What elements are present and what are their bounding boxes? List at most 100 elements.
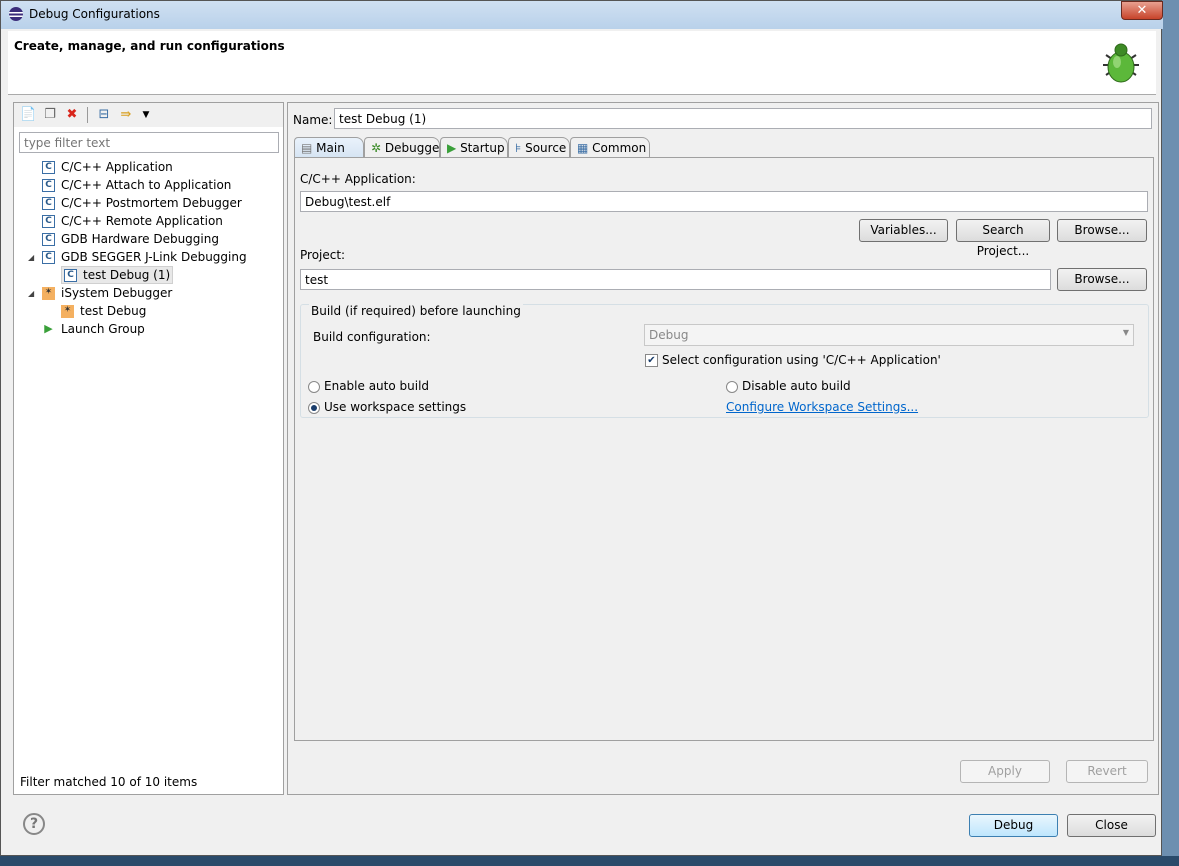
tab-source[interactable]: ⊧ Source	[508, 137, 570, 158]
c-config-icon: C	[64, 269, 77, 282]
c-config-icon: C	[42, 215, 55, 228]
tree-item-label: C/C++ Postmortem Debugger	[61, 196, 242, 210]
project-input[interactable]	[300, 269, 1051, 290]
debug-button[interactable]: Debug	[969, 814, 1058, 837]
variables-button[interactable]: Variables...	[859, 219, 948, 242]
tree-item-label: test Debug	[80, 304, 147, 318]
isystem-icon: ✶	[61, 305, 74, 318]
browse-application-button[interactable]: Browse...	[1057, 219, 1147, 242]
tree-item-label: test Debug (1)	[83, 268, 171, 282]
build-configuration-select[interactable]: Debug ▼	[644, 324, 1134, 346]
radio-icon	[726, 380, 738, 393]
expand-toggle[interactable]: ◢	[28, 253, 34, 262]
tab-label: Debugger	[384, 141, 445, 155]
c-config-icon: C	[42, 251, 55, 264]
tab-label: Source	[525, 141, 567, 155]
c-config-icon: C	[42, 233, 55, 246]
tree-item[interactable]: C C/C++ Postmortem Debugger	[42, 194, 242, 212]
eclipse-icon	[9, 7, 23, 21]
application-input[interactable]	[300, 191, 1148, 212]
tab-label: Main	[316, 141, 345, 155]
bug-icon: ✲	[371, 141, 382, 155]
browse-project-button[interactable]: Browse...	[1057, 268, 1147, 291]
tree-toolbar: 📄 ❐ ✖ ⊟ ⇛ ▼	[14, 103, 283, 127]
tree-item[interactable]: ▶ Launch Group	[42, 320, 145, 338]
bug-icon	[1103, 43, 1139, 83]
radio-selected-icon	[308, 401, 320, 414]
tree-item[interactable]: C GDB Hardware Debugging	[42, 230, 219, 248]
tree-item[interactable]: C C/C++ Remote Application	[42, 212, 223, 230]
dialog-header: Create, manage, and run configurations	[8, 31, 1156, 95]
checkbox-label: Select configuration using 'C/C++ Applic…	[662, 353, 941, 367]
isystem-icon: ✶	[42, 287, 55, 300]
configuration-tree-panel: 📄 ❐ ✖ ⊟ ⇛ ▼ C C/C++ Application C C/C++ Att…	[13, 102, 284, 795]
configure-workspace-settings-link[interactable]: Configure Workspace Settings...	[726, 400, 918, 414]
tab-label: Startup	[460, 141, 505, 155]
filter-input[interactable]	[19, 132, 279, 153]
use-workspace-settings-radio[interactable]: Use workspace settings	[308, 400, 466, 414]
radio-label: Disable auto build	[742, 379, 851, 393]
tab-main[interactable]: ▤ Main	[294, 137, 364, 158]
tree-item-label: Launch Group	[61, 322, 145, 336]
radio-label: Use workspace settings	[324, 400, 467, 414]
duplicate-icon[interactable]: ❐	[42, 107, 58, 123]
tree-item-label: C/C++ Application	[61, 160, 173, 174]
tab-label: Common	[592, 141, 647, 155]
build-configuration-value: Debug	[649, 328, 689, 342]
tree-item[interactable]: Ctest Debug (1)	[61, 266, 174, 284]
application-label: C/C++ Application:	[300, 172, 416, 186]
launch-group-icon: ▶	[42, 323, 55, 336]
c-config-icon: C	[42, 161, 55, 174]
tree-item-label: C/C++ Remote Application	[61, 214, 223, 228]
source-icon: ⊧	[515, 141, 522, 155]
tree-item[interactable]: C GDB SEGGER J-Link Debugging	[42, 248, 247, 266]
tree-item-label: GDB SEGGER J-Link Debugging	[61, 250, 247, 264]
window-title: Debug Configurations	[29, 7, 160, 21]
toolbar-divider	[87, 107, 88, 123]
help-icon[interactable]: ?	[23, 813, 45, 835]
debug-configurations-dialog: Debug Configurations ✕ Create, manage, a…	[0, 0, 1163, 856]
tree-item-label: iSystem Debugger	[61, 286, 173, 300]
main-tab-content: C/C++ Application: Variables... Search P…	[294, 157, 1154, 741]
title-bar: Debug Configurations ✕	[1, 1, 1163, 29]
name-input[interactable]	[334, 108, 1152, 129]
play-icon: ▶	[447, 141, 457, 155]
select-configuration-checkbox[interactable]: ✔ Select configuration using 'C/C++ Appli…	[645, 353, 941, 367]
build-group-title: Build (if required) before launching	[309, 304, 523, 318]
enable-auto-build-radio[interactable]: Enable auto build	[308, 379, 429, 393]
close-button[interactable]: Close	[1067, 814, 1156, 837]
disable-auto-build-radio[interactable]: Disable auto build	[726, 379, 851, 393]
build-group: Build (if required) before launching Bui…	[300, 304, 1149, 418]
apply-button[interactable]: Apply	[960, 760, 1050, 783]
revert-button[interactable]: Revert	[1066, 760, 1148, 783]
new-configuration-icon[interactable]: 📄	[20, 107, 36, 123]
tab-startup[interactable]: ▶ Startup	[440, 137, 508, 158]
filter-status: Filter matched 10 of 10 items	[20, 775, 198, 789]
chevron-down-icon: ▼	[1122, 328, 1129, 337]
tree-item-label: GDB Hardware Debugging	[61, 232, 219, 246]
filter-icon[interactable]: ⇛	[118, 107, 134, 123]
radio-label: Enable auto build	[324, 379, 430, 393]
c-config-icon: C	[42, 179, 55, 192]
build-configuration-label: Build configuration:	[313, 330, 431, 344]
dialog-heading: Create, manage, and run configurations	[14, 39, 285, 53]
checkbox-checked-icon: ✔	[645, 354, 658, 367]
tree-item[interactable]: ✶ test Debug	[61, 302, 146, 320]
tab-common[interactable]: ▦ Common	[570, 137, 650, 158]
window-close-button[interactable]: ✕	[1121, 1, 1163, 20]
project-label: Project:	[300, 248, 346, 262]
configuration-editor: Name: ▤ Main ✲ Debugger ▶ Startup ⊧ Sour…	[287, 102, 1159, 795]
chevron-down-icon[interactable]: ▼	[138, 107, 154, 123]
taskbar	[0, 856, 1179, 866]
tree-item[interactable]: C C/C++ Application	[42, 158, 173, 176]
document-icon: ▤	[301, 141, 313, 155]
expand-toggle[interactable]: ◢	[28, 289, 34, 298]
tree-item[interactable]: C C/C++ Attach to Application	[42, 176, 231, 194]
search-project-button[interactable]: Search Project...	[956, 219, 1050, 258]
tab-debugger[interactable]: ✲ Debugger	[364, 137, 444, 158]
delete-icon[interactable]: ✖	[64, 107, 80, 123]
tree-item[interactable]: ✶ iSystem Debugger	[42, 284, 172, 302]
collapse-all-icon[interactable]: ⊟	[96, 107, 112, 123]
c-config-icon: C	[42, 197, 55, 210]
tree-item-label: C/C++ Attach to Application	[61, 178, 232, 192]
